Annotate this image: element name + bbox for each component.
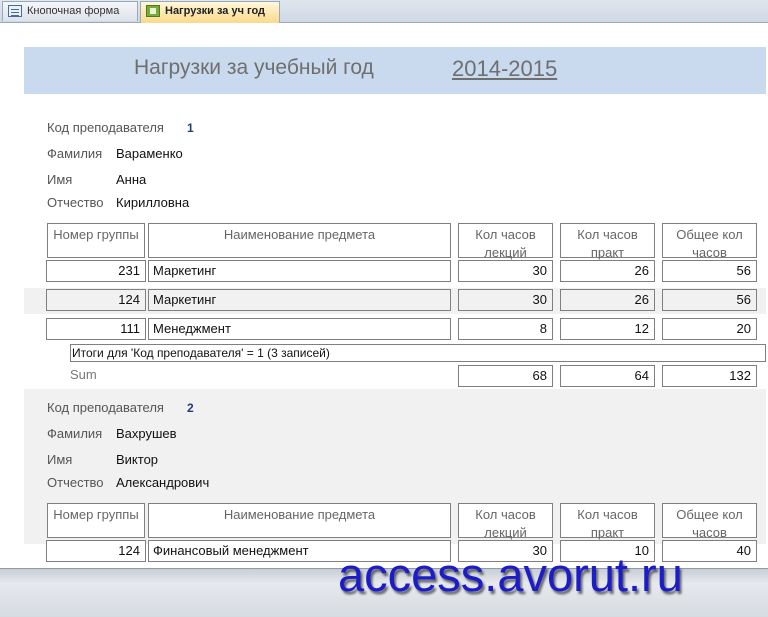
tab-switchboard-form[interactable]: Кнопочная форма [2, 1, 138, 21]
column-header-practice: Кол часов практ [560, 223, 655, 260]
column-header-total: Общее кол часов [662, 503, 757, 540]
sum-lectures: 68 [458, 365, 553, 387]
label-teacher-code: Код преподавателя [47, 400, 164, 415]
cell-lectures: 30 [458, 289, 553, 311]
sum-label: Sum [70, 367, 97, 382]
cell-total: 56 [662, 260, 757, 282]
watermark-text: access.avorut.ru [338, 548, 683, 601]
patronymic-value: Александрович [116, 475, 210, 490]
label-name: Имя [47, 172, 73, 187]
column-header-group: Номер группы [47, 503, 145, 538]
cell-subject: Менеджмент [148, 318, 451, 340]
name-value: Виктор [116, 452, 159, 467]
form-icon [8, 5, 22, 17]
sum-total: 132 [662, 365, 757, 387]
cell-subject: Маркетинг [148, 289, 451, 311]
patronymic-value: Кирилловна [116, 195, 190, 210]
column-header-lectures: Кол часов лекций [458, 223, 553, 260]
teacher-code-value: 1 [187, 121, 194, 135]
surname-value: Вараменко [116, 146, 183, 161]
label-surname: Фамилия [47, 426, 103, 441]
label-patronymic: Отчество [47, 475, 104, 490]
label-name: Имя [47, 452, 73, 467]
teacher-code-value: 2 [187, 401, 194, 415]
report-icon [146, 5, 160, 17]
column-header-practice: Кол часов практ [560, 503, 655, 540]
cell-group: 231 [46, 260, 146, 282]
cell-practice: 26 [560, 289, 655, 311]
column-header-subject: Наименование предмета [148, 503, 451, 538]
label-teacher-code: Код преподавателя [47, 120, 164, 135]
cell-lectures: 8 [458, 318, 553, 340]
report-title: Нагрузки за учебный год [134, 56, 374, 79]
label-patronymic: Отчество [47, 195, 104, 210]
cell-subject: Маркетинг [148, 260, 451, 282]
group-summary-text: Итоги для 'Код преподавателя' = 1 (3 зап… [70, 344, 766, 362]
name-value: Анна [116, 172, 147, 187]
column-header-lectures: Кол часов лекций [458, 503, 553, 540]
tab-label: Кнопочная форма [27, 5, 120, 17]
cell-total: 20 [662, 318, 757, 340]
cell-group: 124 [46, 289, 146, 311]
cell-lectures: 30 [458, 260, 553, 282]
cell-total: 56 [662, 289, 757, 311]
column-header-total: Общее кол часов [662, 223, 757, 260]
cell-group: 124 [46, 540, 146, 562]
surname-value: Вахрушев [116, 426, 177, 441]
sum-practice: 64 [560, 365, 655, 387]
column-header-subject: Наименование предмета [148, 223, 451, 258]
tab-label: Нагрузки за уч год [165, 5, 266, 17]
label-surname: Фамилия [47, 146, 103, 161]
report-year: 2014-2015 [452, 56, 558, 81]
cell-practice: 12 [560, 318, 655, 340]
column-header-group: Номер группы [47, 223, 145, 258]
document-tab-strip: Кнопочная форма Нагрузки за уч год [0, 0, 768, 23]
tab-load-report[interactable]: Нагрузки за уч год [140, 1, 280, 23]
cell-practice: 26 [560, 260, 655, 282]
cell-group: 111 [46, 318, 146, 340]
